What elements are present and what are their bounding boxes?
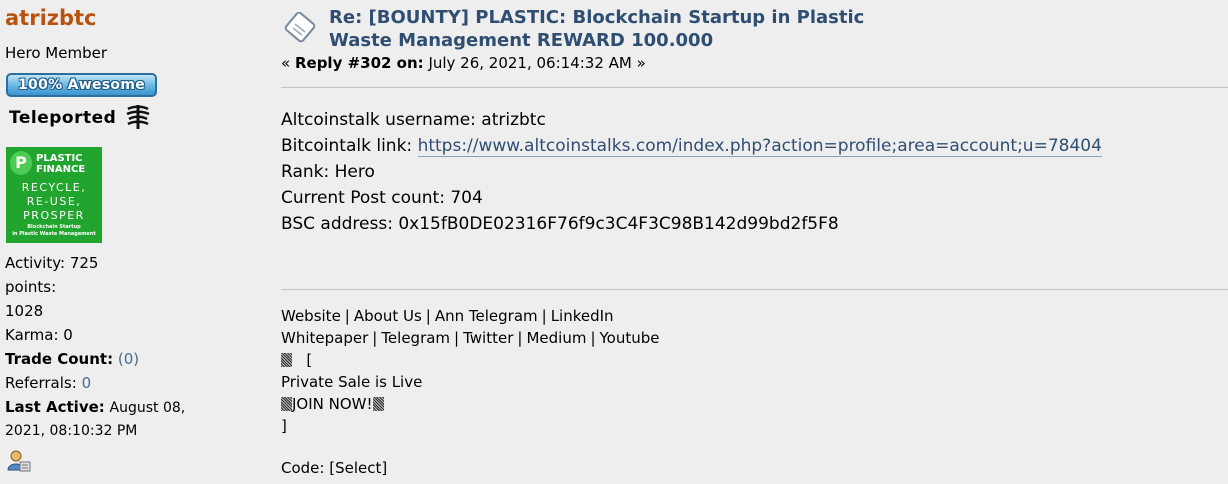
post-subject-line-2: Waste Management REWARD 100.000 (329, 30, 714, 51)
profile-url-link[interactable]: https://www.altcoinstalks.com/index.php?… (417, 136, 1102, 157)
trade-count-value[interactable]: (0) (118, 350, 139, 368)
code-block-header: Code: [Select] (281, 459, 387, 477)
reply-number: Reply #302 on: (294, 54, 424, 72)
body-line-username: Altcoinstalk username: atrizbtc (281, 110, 546, 130)
last-active-value-2: 2021, 08:10:32 PM (5, 423, 138, 439)
signature-row-2: Whitepaper | Telegram | Twitter | Medium | Youtu… (281, 327, 660, 349)
activity-stat: Activity: 725 (5, 254, 99, 272)
sig-separator: | (425, 307, 431, 325)
sig-link-telegram[interactable]: Telegram (381, 329, 450, 347)
post-subject-line-1: Re: [BOUNTY] PLASTIC: Blockchain Startup… (329, 7, 865, 28)
sig-separator: | (590, 329, 596, 347)
referrals-value: 0 (81, 374, 92, 392)
teleport-icon (126, 105, 150, 129)
avatar-slogan: RECYCLE, RE-USE, PROSPER (21, 181, 87, 222)
sig-link-linkedin[interactable]: LinkedIn (551, 307, 614, 325)
points-value: 1028 (5, 302, 44, 320)
trade-count-label: Trade Count: (5, 350, 114, 368)
private-sale-text: Private Sale is Live (281, 373, 423, 391)
signature: Website | About Us | Ann Telegram | LinkedIn W… (281, 305, 660, 437)
sig-separator: | (454, 329, 460, 347)
sig-link-ann-telegram[interactable]: Ann Telegram (435, 307, 538, 325)
plastic-logo-icon: P (10, 151, 32, 175)
avatar-tagline: Blockchain Startup in Plastic Waste Manag… (12, 224, 96, 237)
code-select-link[interactable]: [Select] (329, 459, 387, 477)
avatar-brand-text: PLASTIC FINANCE (36, 153, 86, 175)
referrals-label: Referrals: (5, 374, 77, 392)
reply-date: July 26, 2021, 06:14:32 AM (428, 54, 632, 72)
reply-close-quote: » (636, 54, 646, 72)
sig-separator: | (344, 307, 350, 325)
last-active: Last Active: August 08, (5, 395, 185, 420)
awesome-badge: 100% Awesome (6, 73, 157, 97)
sig-link-website[interactable]: Website (281, 307, 341, 325)
sig-link-twitter[interactable]: Twitter (463, 329, 513, 347)
code-label: Code: (281, 459, 325, 477)
bitcointalk-label: Bitcointalk link: (281, 136, 413, 156)
referrals: Referrals: 0 (5, 371, 91, 395)
sig-separator: | (541, 307, 547, 325)
profile-icon[interactable] (7, 450, 31, 472)
points-label: points: (5, 278, 57, 296)
sig-separator: | (517, 329, 523, 347)
poster-avatar: P PLASTIC FINANCE RECYCLE, RE-USE, PROSPER … (6, 147, 102, 243)
signature-bracket-open-line: [ (281, 349, 660, 371)
last-active-label: Last Active: (5, 398, 105, 416)
signature-row-1: Website | About Us | Ann Telegram | LinkedIn (281, 305, 660, 327)
poster-username-link[interactable]: atrizbtc (5, 6, 97, 30)
body-line-bitcointalk: Bitcointalk link: https://www.altcoinsta… (281, 133, 1102, 159)
join-now-text: JOIN NOW! (292, 395, 373, 413)
karma-stat: Karma: 0 (5, 326, 73, 344)
last-active-value-1: August 08, (109, 400, 186, 416)
post-subject-link[interactable]: Re: [BOUNTY] PLASTIC: Blockchain Startup… (329, 6, 929, 52)
post-topic-icon (284, 12, 316, 43)
block-glyph-icon (372, 397, 384, 411)
poster-rank: Hero Member (5, 44, 107, 62)
bracket-open: [ (306, 351, 313, 369)
reply-info: « Reply #302 on: July 26, 2021, 06:14:32… (281, 54, 646, 72)
body-line-rank: Rank: Hero (281, 162, 375, 182)
sig-link-about-us[interactable]: About Us (354, 307, 422, 325)
block-glyph-icon (281, 397, 292, 411)
body-line-post-count: Current Post count: 704 (281, 188, 483, 208)
join-now-line[interactable]: JOIN NOW! (281, 393, 660, 415)
sig-link-medium[interactable]: Medium (526, 329, 586, 347)
body-line-bsc-address: BSC address: 0x15fB0DE02316F76f9c3C4F3C9… (281, 214, 839, 234)
teleported-badge: Teleported (9, 108, 117, 128)
sig-separator: | (372, 329, 378, 347)
sig-link-youtube[interactable]: Youtube (600, 329, 660, 347)
reply-open-quote: « (281, 54, 291, 72)
post-divider (281, 87, 1228, 88)
block-glyph-icon (281, 353, 292, 367)
post-body: Altcoinstalk username: atrizbtc Bitcoint… (281, 107, 1102, 237)
sig-link-whitepaper[interactable]: Whitepaper (281, 329, 368, 347)
bracket-close: ] (281, 417, 287, 435)
trade-count: Trade Count: (0) (5, 347, 139, 371)
signature-divider (281, 289, 1228, 290)
